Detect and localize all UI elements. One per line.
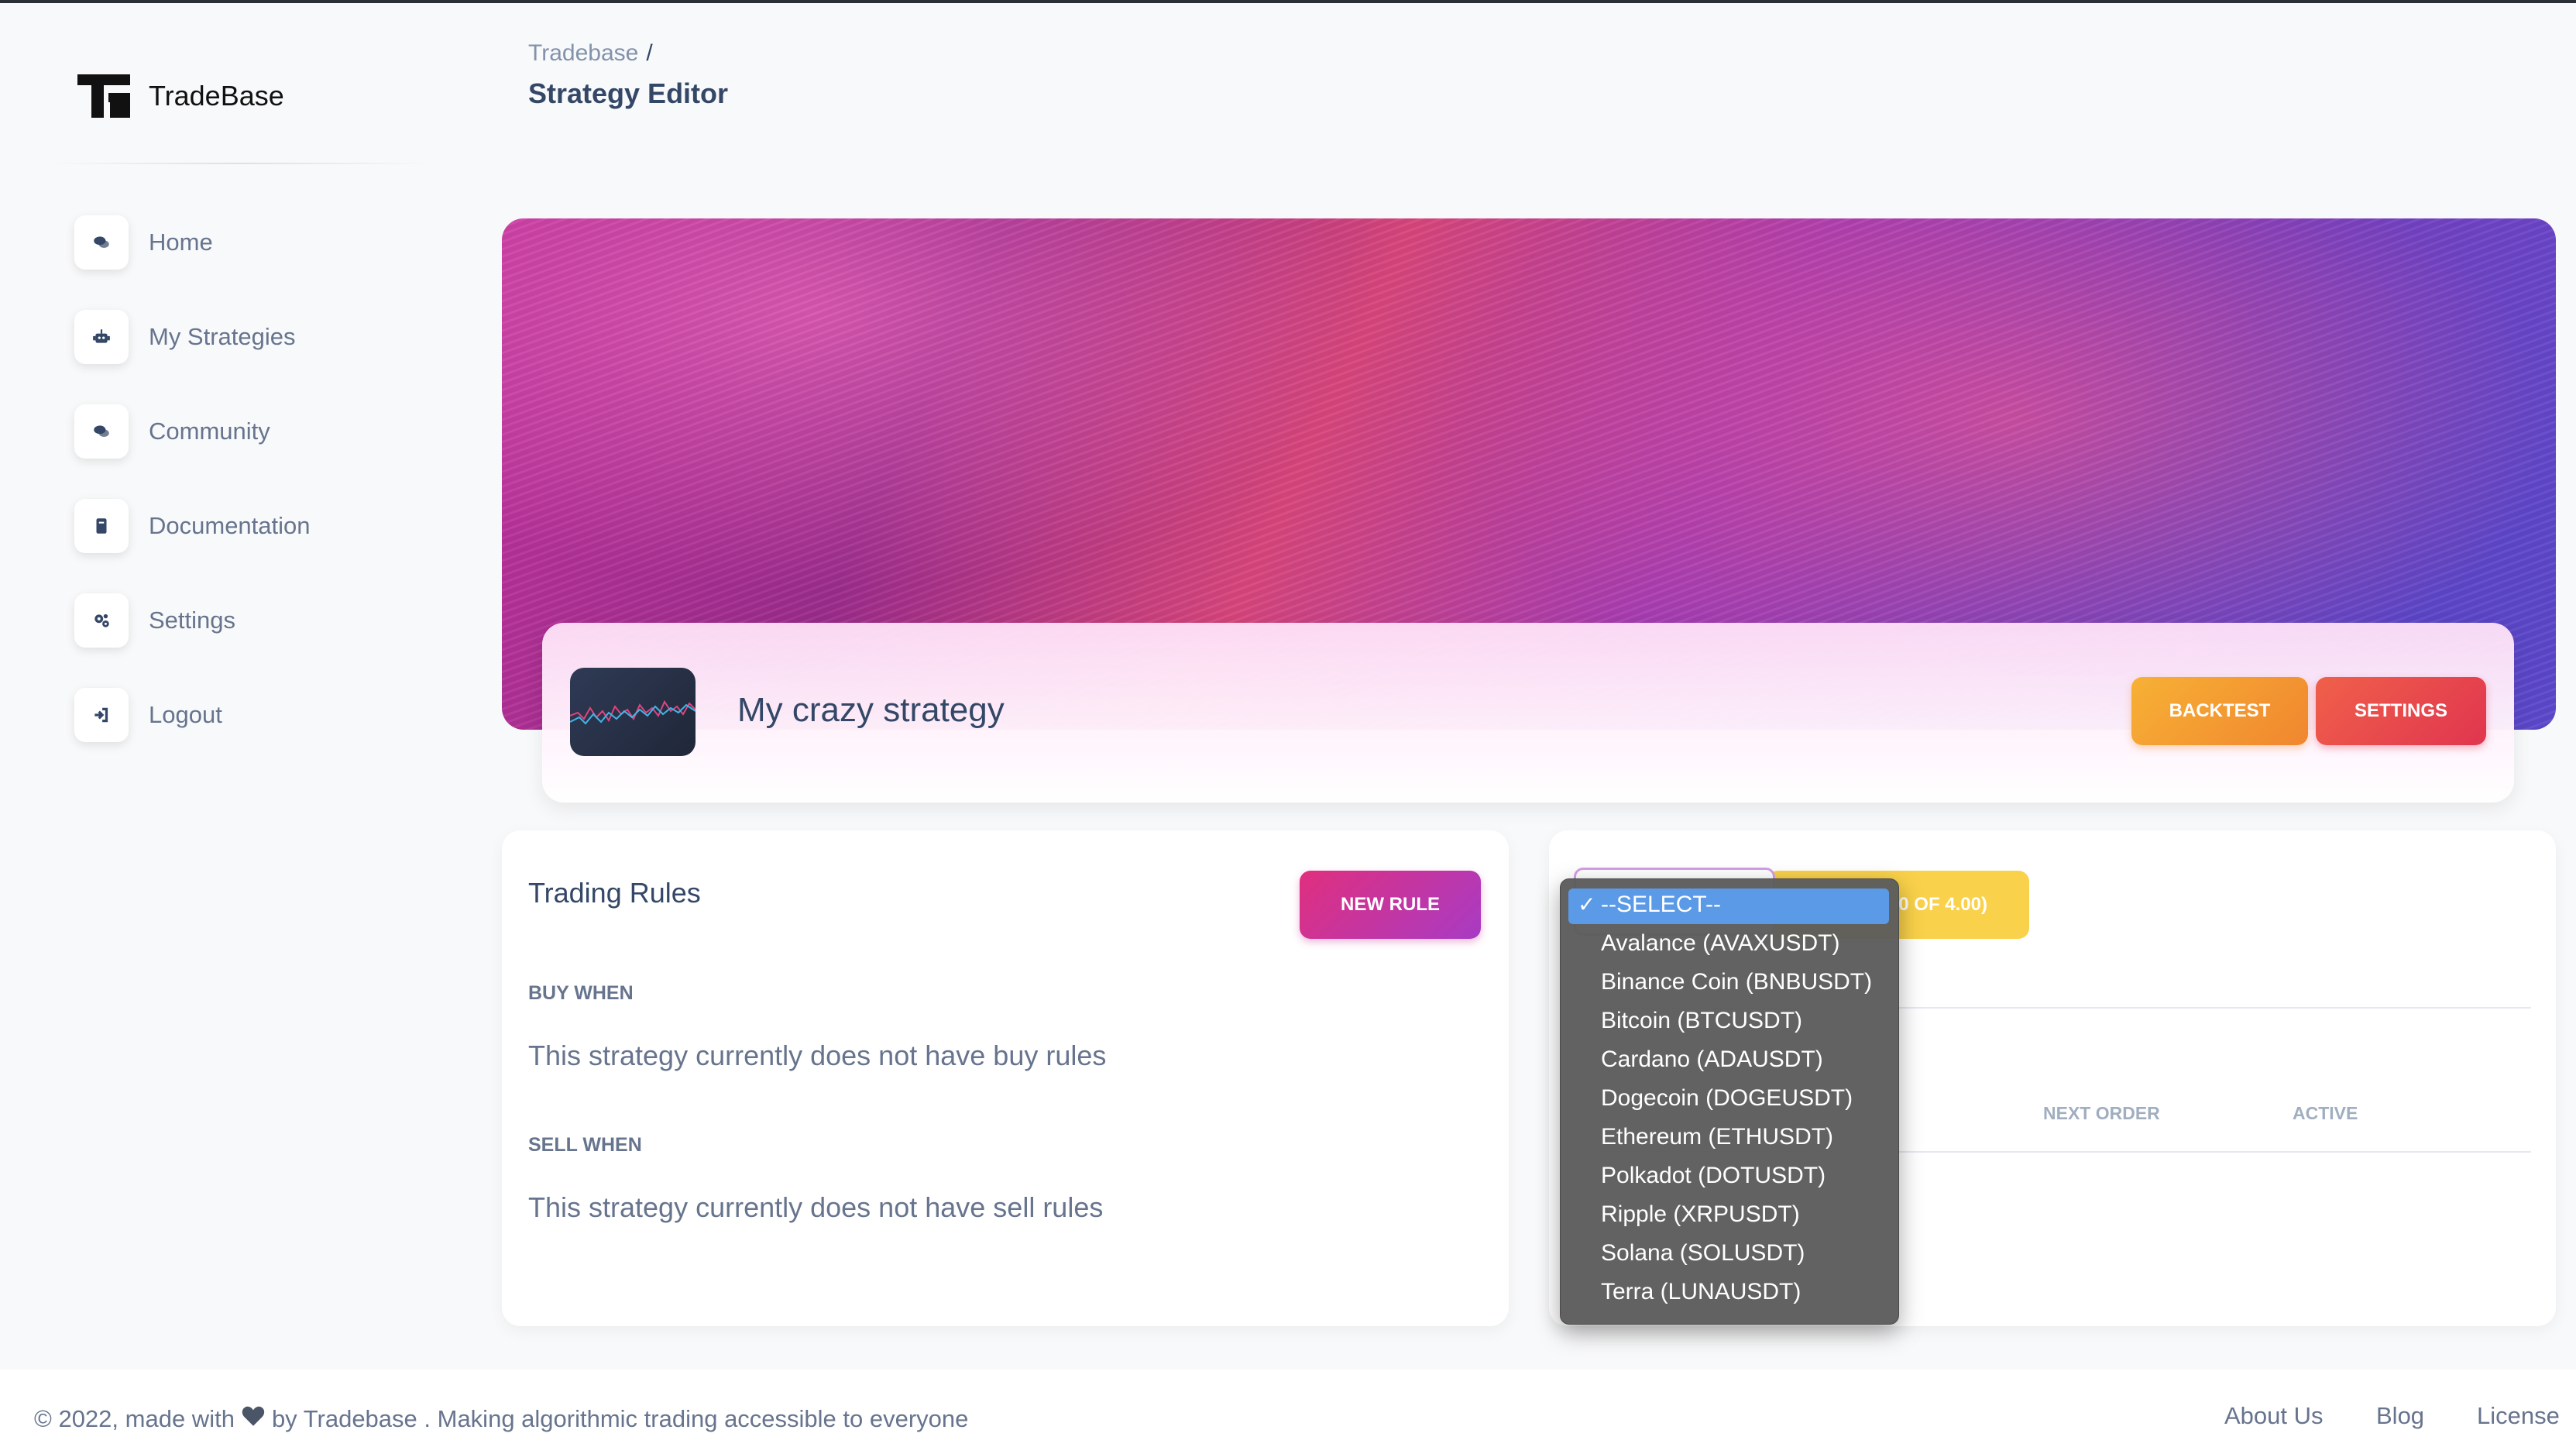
sidebar-item-home[interactable]: Home xyxy=(74,215,311,270)
sidebar-divider xyxy=(46,163,434,164)
sidebar-item-logout[interactable]: Logout xyxy=(74,688,311,742)
sell-when-label: SELL WHEN xyxy=(528,1134,642,1156)
sidebar-item-documentation[interactable]: Documentation xyxy=(74,499,311,553)
logout-icon xyxy=(74,688,129,742)
top-border xyxy=(0,0,2576,3)
dropdown-option[interactable]: Polkadot (DOTUSDT) xyxy=(1601,1163,1826,1189)
gears-icon xyxy=(74,593,129,648)
dropdown-option[interactable]: Cardano (ADAUSDT) xyxy=(1601,1047,1823,1073)
footer-copyright: © 2022, made with by Tradebase . Making … xyxy=(34,1405,969,1433)
trading-rules-title: Trading Rules xyxy=(528,877,701,909)
brand[interactable]: TradeBase xyxy=(77,74,284,118)
trading-rules-card: Trading Rules NEW RULE BUY WHEN This str… xyxy=(502,830,1509,1326)
footer-link-license[interactable]: License xyxy=(2477,1402,2560,1430)
brand-name: TradeBase xyxy=(149,80,284,112)
dropdown-option[interactable]: Ethereum (ETHUSDT) xyxy=(1601,1124,1833,1150)
robot-icon xyxy=(74,310,129,364)
book-icon xyxy=(74,499,129,553)
dropdown-option[interactable]: Ripple (XRPUSDT) xyxy=(1601,1201,1800,1228)
chat-icon xyxy=(74,215,129,270)
dropdown-option[interactable]: Terra (LUNAUSDT) xyxy=(1601,1279,1801,1305)
symbol-dropdown-list[interactable]: ✓ --SELECT-- Avalance (AVAXUSDT) Binance… xyxy=(1560,878,1899,1325)
strategy-header-card: My crazy strategy BACKTEST SETTINGS xyxy=(542,623,2514,803)
buy-rules-empty-text: This strategy currently does not have bu… xyxy=(528,1040,1107,1071)
check-icon: ✓ xyxy=(1578,892,1596,916)
dropdown-option[interactable]: --SELECT-- xyxy=(1601,892,1721,918)
sidebar-item-my-strategies[interactable]: My Strategies xyxy=(74,310,311,364)
page-title: Strategy Editor xyxy=(528,77,729,109)
column-active: ACTIVE xyxy=(2293,1103,2358,1123)
strategy-thumbnail xyxy=(570,668,696,756)
sell-rules-empty-text: This strategy currently does not have se… xyxy=(528,1191,1104,1223)
sidebar-item-community[interactable]: Community xyxy=(74,404,311,459)
settings-button[interactable]: SETTINGS xyxy=(2316,677,2486,745)
footer-link-about-us[interactable]: About Us xyxy=(2224,1402,2324,1430)
heart-icon xyxy=(241,1405,266,1433)
footer-link-blog[interactable]: Blog xyxy=(2376,1402,2424,1430)
tradebase-logo-icon xyxy=(77,74,130,118)
breadcrumb-separator: / xyxy=(646,40,653,66)
backtest-button[interactable]: BACKTEST xyxy=(2131,677,2308,745)
column-next-order: NEXT ORDER xyxy=(2043,1103,2160,1123)
strategy-name: My crazy strategy xyxy=(737,691,1005,729)
dropdown-option[interactable]: Bitcoin (BTCUSDT) xyxy=(1601,1008,1802,1034)
breadcrumb-root[interactable]: Tradebase xyxy=(528,40,638,66)
new-rule-button[interactable]: NEW RULE xyxy=(1300,871,1481,939)
breadcrumb: Tradebase / xyxy=(528,40,653,67)
dropdown-option[interactable]: Binance Coin (BNBUSDT) xyxy=(1601,969,1872,995)
dropdown-option[interactable]: Solana (SOLUSDT) xyxy=(1601,1240,1805,1267)
chat-icon xyxy=(74,404,129,459)
buy-when-label: BUY WHEN xyxy=(528,982,634,1004)
dropdown-option[interactable]: Dogecoin (DOGEUSDT) xyxy=(1601,1085,1853,1112)
sidebar-item-settings[interactable]: Settings xyxy=(74,593,311,648)
sidebar-nav: Home My Strategies Community Documentati… xyxy=(74,215,311,782)
dropdown-option[interactable]: Avalance (AVAXUSDT) xyxy=(1601,930,1839,957)
